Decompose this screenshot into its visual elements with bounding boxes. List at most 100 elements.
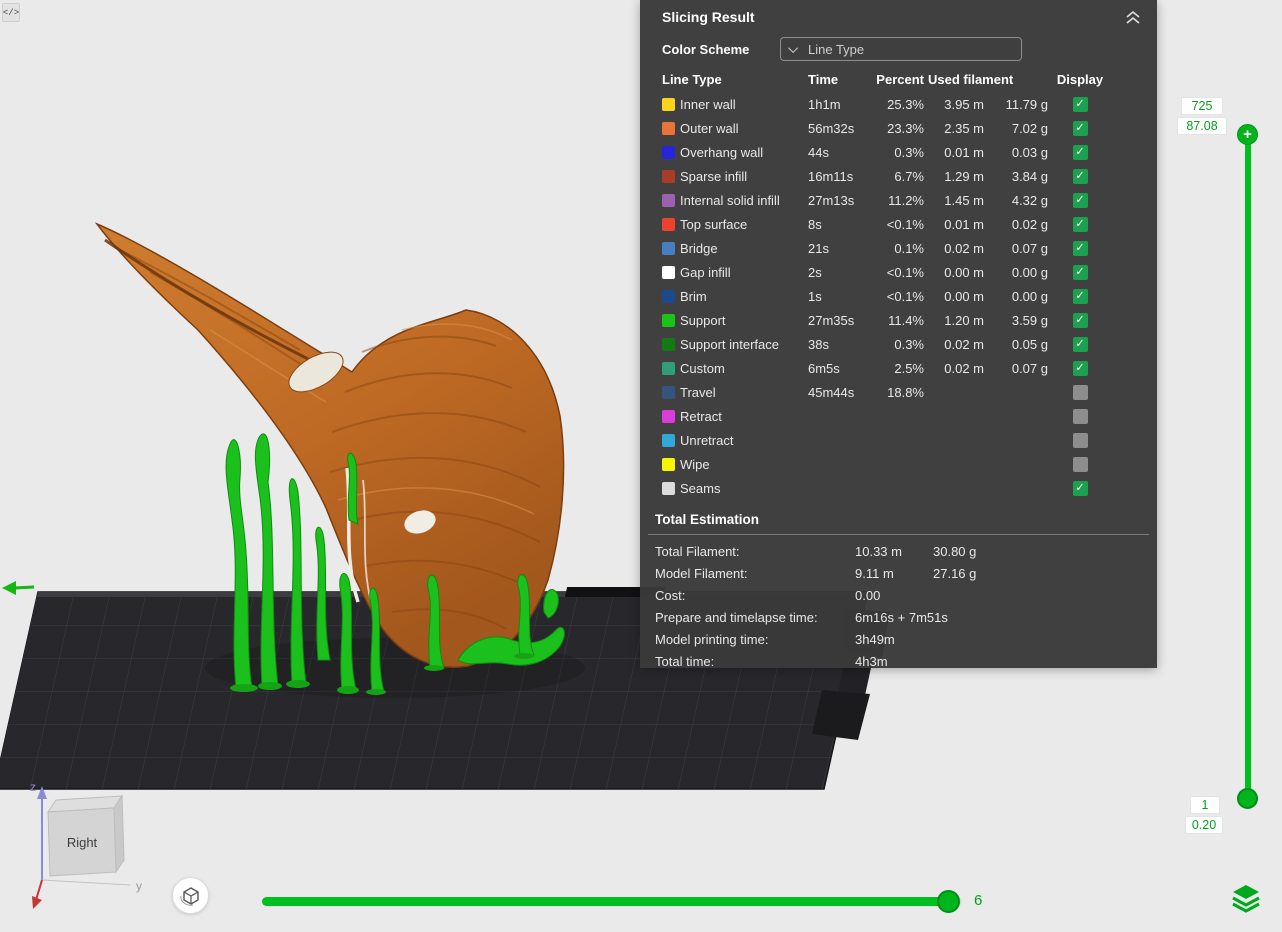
column-display: Display — [1052, 72, 1108, 87]
slicing-result-panel: Slicing Result Color Scheme Line Type Li… — [640, 0, 1157, 668]
line-type-swatch — [662, 434, 675, 447]
line-type-weight: 3.59 g — [988, 313, 1048, 328]
display-checkbox[interactable] — [1073, 265, 1088, 280]
layer-top-value: 725 — [1181, 97, 1223, 115]
line-type-weight: 0.00 g — [988, 289, 1048, 304]
line-type-weight: 3.84 g — [988, 169, 1048, 184]
layer-slider-plus-button[interactable]: + — [1237, 124, 1258, 145]
display-checkbox[interactable] — [1073, 433, 1088, 448]
line-type-weight: 0.02 g — [988, 217, 1048, 232]
line-type-percent: 11.4% — [872, 313, 924, 328]
line-type-time: 16m11s — [808, 169, 868, 184]
display-checkbox[interactable] — [1073, 145, 1088, 160]
display-checkbox[interactable] — [1073, 241, 1088, 256]
estimation-row: Total Filament: 10.33 m 30.80 g — [640, 540, 1157, 562]
estimation-label: Model Filament: — [655, 566, 855, 581]
app-window: </> Slicing Result Color Scheme Line Typ… — [0, 0, 1282, 932]
y-axis — [42, 880, 130, 885]
step-slider: 6 — [262, 890, 1002, 912]
line-type-time: 1h1m — [808, 97, 868, 112]
line-type-table: Inner wall 1h1m 25.3% 3.95 m 11.79 g Out… — [640, 92, 1157, 500]
bed-clip-shadow — [812, 690, 870, 740]
line-type-swatch — [662, 338, 675, 351]
estimation-label: Total time: — [655, 654, 855, 669]
view-cube[interactable]: z y Right — [14, 772, 174, 922]
line-type-weight: 11.79 g — [988, 97, 1048, 112]
table-row: Retract — [640, 404, 1157, 428]
display-checkbox[interactable] — [1073, 385, 1088, 400]
display-checkbox[interactable] — [1073, 457, 1088, 472]
line-type-swatch — [662, 410, 675, 423]
line-type-percent: 11.2% — [872, 193, 924, 208]
display-checkbox[interactable] — [1073, 361, 1088, 376]
line-type-weight: 0.00 g — [988, 265, 1048, 280]
line-type-label: Inner wall — [680, 97, 804, 112]
display-checkbox[interactable] — [1073, 337, 1088, 352]
display-checkbox[interactable] — [1073, 313, 1088, 328]
layer-slider-handle[interactable] — [1237, 788, 1258, 809]
display-checkbox[interactable] — [1073, 217, 1088, 232]
panel-title: Slicing Result — [662, 9, 1123, 25]
line-type-percent: 2.5% — [872, 361, 924, 376]
line-type-label: Overhang wall — [680, 145, 804, 160]
line-type-length: 0.02 m — [928, 337, 984, 352]
divider — [648, 534, 1149, 535]
line-type-time: 6m5s — [808, 361, 868, 376]
estimation-value: 4h3m — [855, 654, 933, 669]
line-type-time: 21s — [808, 241, 868, 256]
line-type-length: 0.02 m — [928, 241, 984, 256]
table-row: Wipe — [640, 452, 1157, 476]
line-type-time: 27m35s — [808, 313, 868, 328]
line-type-swatch — [662, 122, 675, 135]
line-type-length: 3.95 m — [928, 97, 984, 112]
table-row: Seams — [640, 476, 1157, 500]
line-type-swatch — [662, 170, 675, 183]
table-row: Bridge 21s 0.1% 0.02 m 0.07 g — [640, 236, 1157, 260]
line-type-label: Support interface — [680, 337, 804, 352]
line-type-percent: <0.1% — [872, 289, 924, 304]
view-orbit-button[interactable] — [172, 877, 209, 914]
color-scheme-dropdown[interactable]: Line Type — [780, 37, 1022, 61]
display-checkbox[interactable] — [1073, 289, 1088, 304]
line-type-percent: 0.3% — [872, 145, 924, 160]
estimation-row: Cost: 0.00 — [640, 584, 1157, 606]
line-type-percent: <0.1% — [872, 265, 924, 280]
display-checkbox[interactable] — [1073, 193, 1088, 208]
line-type-time: 2s — [808, 265, 868, 280]
line-type-label: Top surface — [680, 217, 804, 232]
line-type-label: Outer wall — [680, 121, 804, 136]
estimation-value-2: 27.16 g — [933, 566, 1157, 581]
display-checkbox[interactable] — [1073, 169, 1088, 184]
display-checkbox[interactable] — [1073, 409, 1088, 424]
layers-icon[interactable] — [1230, 882, 1262, 914]
line-type-swatch — [662, 386, 675, 399]
line-type-swatch — [662, 242, 675, 255]
table-row: Overhang wall 44s 0.3% 0.01 m 0.03 g — [640, 140, 1157, 164]
total-estimation-table: Total Filament: 10.33 m 30.80 g Model Fi… — [640, 540, 1157, 672]
line-type-swatch — [662, 362, 675, 375]
display-checkbox[interactable] — [1073, 121, 1088, 136]
display-checkbox[interactable] — [1073, 97, 1088, 112]
table-row: Gap infill 2s <0.1% 0.00 m 0.00 g — [640, 260, 1157, 284]
line-type-length: 0.01 m — [928, 145, 984, 160]
code-icon[interactable]: </> — [2, 3, 20, 22]
line-type-swatch — [662, 314, 675, 327]
layer-bottom-value: 1 — [1190, 796, 1220, 814]
line-type-percent: <0.1% — [872, 217, 924, 232]
estimation-row: Prepare and timelapse time: 6m16s + 7m51… — [640, 606, 1157, 628]
color-scheme-row: Color Scheme Line Type — [640, 34, 1157, 64]
step-slider-handle[interactable] — [937, 890, 960, 913]
table-row: Brim 1s <0.1% 0.00 m 0.00 g — [640, 284, 1157, 308]
line-type-label: Gap infill — [680, 265, 804, 280]
layer-slider-track[interactable] — [1245, 134, 1251, 798]
collapse-panel-button[interactable] — [1123, 8, 1143, 26]
column-line-type: Line Type — [662, 72, 804, 87]
line-type-swatch — [662, 218, 675, 231]
line-type-time: 56m32s — [808, 121, 868, 136]
estimation-row: Model Filament: 9.11 m 27.16 g — [640, 562, 1157, 584]
estimation-label: Cost: — [655, 588, 855, 603]
line-type-label: Retract — [680, 409, 804, 424]
display-checkbox[interactable] — [1073, 481, 1088, 496]
line-type-label: Wipe — [680, 457, 804, 472]
line-type-label: Custom — [680, 361, 804, 376]
